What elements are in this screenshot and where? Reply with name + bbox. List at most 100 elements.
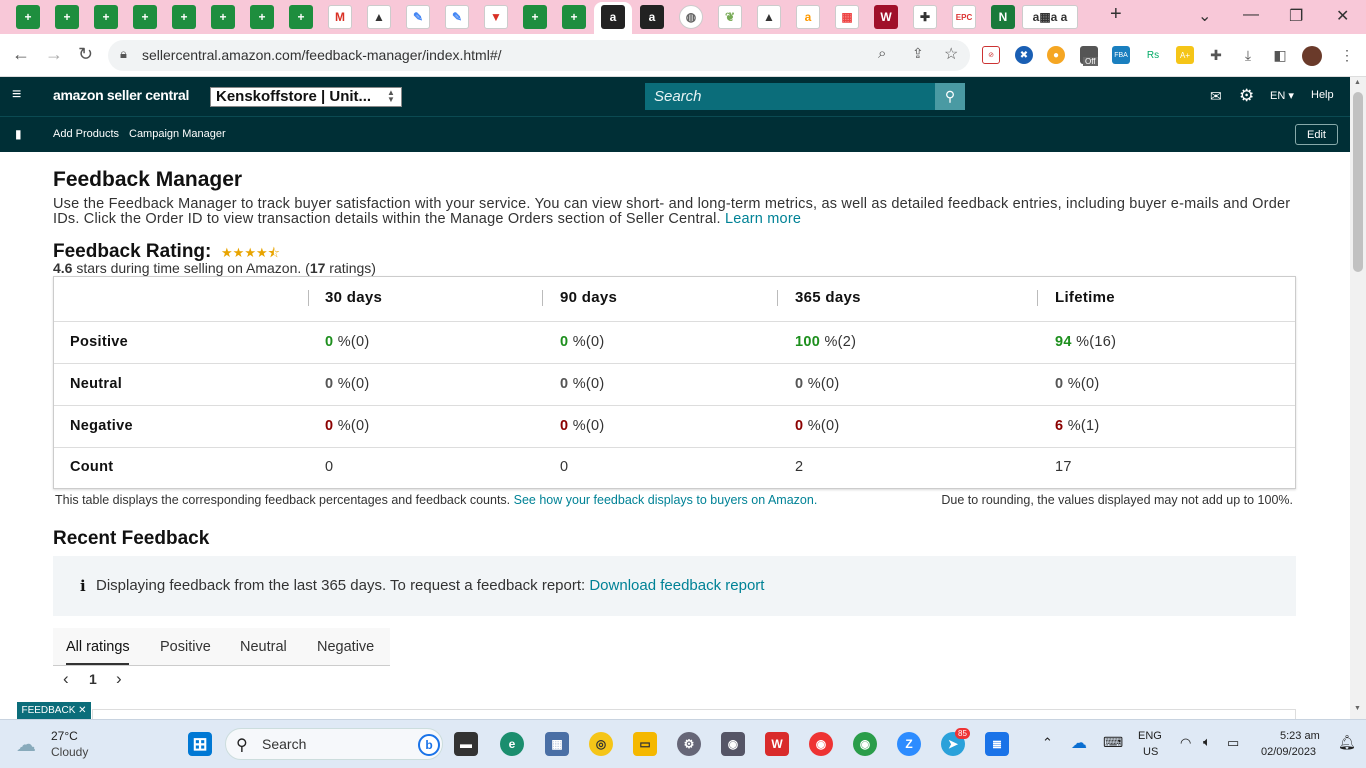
fba-extension-icon[interactable]: FBA — [1112, 46, 1130, 64]
clock-date[interactable]: 02/09/2023 — [1261, 746, 1316, 758]
tab-positive[interactable]: Positive — [160, 639, 211, 655]
feedback-button[interactable]: FEEDBACK ✕ — [17, 702, 91, 719]
n-tab-icon[interactable]: N — [991, 5, 1015, 29]
notepad-icon[interactable]: ≣ — [985, 732, 1009, 756]
bookmark-icon[interactable]: ▮ — [15, 127, 22, 141]
url-text[interactable]: sellercentral.amazon.com/feedback-manage… — [142, 47, 502, 63]
new-tab-button[interactable]: + — [1110, 3, 1122, 26]
profile-avatar[interactable] — [1302, 46, 1322, 66]
settings-gear-icon[interactable]: ⚙ — [1239, 86, 1254, 106]
bing-icon[interactable]: b — [418, 734, 440, 756]
sheets-tab-icon[interactable]: + — [133, 5, 157, 29]
windows-start-icon[interactable]: ⊞ — [188, 732, 212, 756]
tab-all-ratings[interactable]: All ratings — [66, 639, 130, 655]
sheets-tab-icon[interactable]: + — [94, 5, 118, 29]
scroll-down-icon[interactable]: ▼ — [1354, 705, 1361, 712]
maximize-button[interactable]: ❐ — [1289, 6, 1303, 26]
taskbar-search[interactable]: Search — [225, 728, 443, 760]
sheets-tab-icon[interactable]: + — [523, 5, 547, 29]
clock-time[interactable]: 5:23 am — [1280, 730, 1320, 742]
extensions-puzzle-icon[interactable]: ✚ — [1207, 46, 1225, 64]
wv-tab-icon[interactable]: W — [874, 5, 898, 29]
prev-page-icon[interactable]: ‹ — [63, 669, 69, 689]
lock-icon[interactable]: 🔒︎ — [120, 46, 127, 62]
language-top[interactable]: ENG — [1138, 730, 1162, 742]
scrollbar-thumb[interactable] — [1353, 92, 1363, 272]
language-selector[interactable]: EN ▾ — [1270, 89, 1294, 102]
wps-icon[interactable]: W — [765, 732, 789, 756]
search-button[interactable]: ⚲ — [935, 83, 965, 110]
sheets-tab-icon[interactable]: + — [55, 5, 79, 29]
epc-tab-icon[interactable]: EPC — [952, 5, 976, 29]
notifications-icon[interactable]: 🔔︎ — [1338, 734, 1356, 751]
edge-icon[interactable]: e — [500, 732, 524, 756]
page-number[interactable]: 1 — [89, 671, 97, 687]
subnav-campaign-manager[interactable]: Campaign Manager — [129, 128, 226, 140]
weather-temp[interactable]: 27°C — [51, 729, 78, 743]
doc-tab-icon[interactable]: ▲ — [757, 5, 781, 29]
store-selector[interactable]: Kenskoffstore | Unit... — [210, 87, 402, 107]
extension-icon[interactable]: ⊘ — [982, 46, 1000, 64]
settings-icon[interactable]: ⚙ — [677, 732, 701, 756]
hamburger-menu-icon[interactable]: ≡ — [12, 86, 21, 104]
aplus-extension-icon[interactable]: A+ — [1176, 46, 1194, 64]
sheets-tab-icon[interactable]: + — [250, 5, 274, 29]
page-scrollbar[interactable]: ▲ ▼ — [1350, 77, 1366, 719]
edit-nav-button[interactable]: Edit — [1295, 124, 1338, 145]
bookmark-star-icon[interactable]: ☆ — [944, 44, 958, 64]
reload-icon[interactable]: ↻ — [78, 44, 93, 65]
chrome-icon[interactable]: ◉ — [809, 732, 833, 756]
apps-tab-icon[interactable]: ▦ — [835, 5, 859, 29]
amazon-tab-icon[interactable]: a — [796, 5, 820, 29]
extension-icon[interactable]: ✖ — [1015, 46, 1033, 64]
language-bottom[interactable]: US — [1143, 746, 1158, 758]
wifi-icon[interactable]: ◠ — [1180, 735, 1191, 751]
help-link[interactable]: Help — [1311, 89, 1334, 101]
puzzle-tab-icon[interactable]: ✚ — [913, 5, 937, 29]
amazon-tab-icon[interactable]: a — [601, 5, 625, 29]
sidepanel-icon[interactable]: ◧ — [1271, 46, 1289, 64]
seller-central-logo[interactable]: amazon seller central — [53, 87, 189, 103]
globe-tab-icon[interactable]: ◍ — [679, 5, 703, 29]
task-view-icon[interactable]: ▬ — [454, 732, 478, 756]
gmail-tab-icon[interactable]: M — [328, 5, 352, 29]
zoom-icon[interactable]: ⌕ — [878, 45, 886, 62]
download-feedback-report-link[interactable]: Download feedback report — [589, 577, 764, 594]
weather-desc[interactable]: Cloudy — [51, 745, 88, 759]
file-explorer-icon[interactable]: ▭ — [633, 732, 657, 756]
next-page-icon[interactable]: › — [116, 669, 122, 689]
camera-icon[interactable]: ◉ — [721, 732, 745, 756]
pen-tab-icon[interactable]: ✎ — [445, 5, 469, 29]
close-button[interactable]: ✕ — [1336, 6, 1349, 26]
tab-neutral[interactable]: Neutral — [240, 639, 287, 655]
sheets-tab-icon[interactable]: + — [562, 5, 586, 29]
sheets-tab-icon[interactable]: + — [16, 5, 40, 29]
calculator-icon[interactable]: ▦ — [545, 732, 569, 756]
learn-more-link[interactable]: Learn more — [725, 211, 801, 227]
keyboard-icon[interactable]: ⌨ — [1103, 734, 1123, 751]
pen-tab-icon[interactable]: ✎ — [406, 5, 430, 29]
sheets-tab-icon[interactable]: + — [211, 5, 235, 29]
red-triangle-tab-icon[interactable]: ▼ — [484, 5, 508, 29]
see-how-feedback-displays-link[interactable]: See how your feedback displays to buyers… — [514, 493, 818, 507]
tab-search-icon[interactable]: ⌄ — [1198, 6, 1211, 26]
minimize-button[interactable]: — — [1243, 6, 1259, 24]
cloud-weather-icon[interactable]: ☁ — [16, 732, 36, 757]
forward-arrow-icon[interactable]: → — [45, 44, 63, 65]
volume-icon[interactable]: 🔈︎ — [1203, 734, 1211, 750]
subnav-add-products[interactable]: Add Products — [53, 128, 119, 140]
share-icon[interactable]: ⇪ — [912, 45, 924, 62]
search-input[interactable]: Search — [645, 83, 935, 110]
multi-tab-icons[interactable]: a▦a a — [1022, 5, 1078, 29]
vpn-icon[interactable]: ◎ — [589, 732, 613, 756]
onedrive-icon[interactable]: ☁ — [1071, 733, 1087, 753]
tray-overflow-icon[interactable]: ⌃ — [1042, 735, 1053, 751]
doc-tab-icon[interactable]: ▲ — [367, 5, 391, 29]
back-arrow-icon[interactable]: ← — [12, 44, 30, 65]
url-box[interactable]: 🔒︎ sellercentral.amazon.com/feedback-man… — [108, 40, 970, 71]
mail-icon[interactable]: ✉ — [1210, 88, 1222, 105]
battery-icon[interactable]: ▭ — [1227, 735, 1239, 751]
scroll-up-icon[interactable]: ▲ — [1354, 79, 1361, 86]
rs-extension-icon[interactable]: Rs — [1144, 46, 1162, 64]
menu-kebab-icon[interactable]: ⋮ — [1338, 46, 1356, 64]
